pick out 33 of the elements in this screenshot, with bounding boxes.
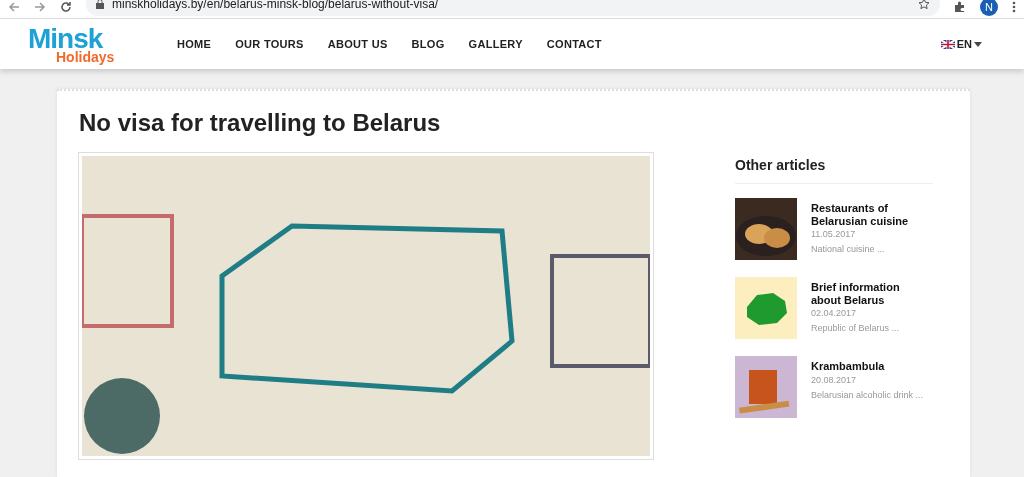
nav-link[interactable]: BLOG: [411, 38, 445, 50]
article-excerpt: National cuisine ...: [811, 244, 886, 255]
article-excerpt: Republic of Belarus ...: [811, 323, 901, 334]
article-date: 20.08.2017: [811, 374, 858, 385]
article-date: 02.04.2017: [811, 308, 858, 319]
article-link[interactable]: Krambambula: [811, 360, 921, 373]
article-title: No visa for travelling to Belarus: [79, 109, 441, 137]
forward-icon[interactable]: [34, 1, 46, 13]
flag-icon: [940, 39, 955, 49]
nav-link[interactable]: ABOUT US: [327, 38, 388, 50]
nav-link[interactable]: GALLERY: [468, 38, 523, 50]
nav-link[interactable]: CONTACT: [546, 38, 602, 50]
address-bar[interactable]: minskholidays.by/en/belarus-minsk-blog/belarus-without-visa/: [86, 0, 940, 16]
article-thumbnail[interactable]: [735, 198, 797, 260]
reload-icon[interactable]: [60, 1, 72, 13]
article-link[interactable]: Restaurants of Belarusian cuisine: [811, 202, 921, 228]
sidebar-heading: Other articles: [735, 157, 826, 173]
article-link[interactable]: Brief information about Belarus: [811, 281, 921, 307]
article-excerpt: Belarusian alcoholic drink ...: [811, 389, 924, 400]
menu-icon[interactable]: [1012, 1, 1016, 13]
puzzle-icon[interactable]: [954, 1, 966, 13]
article-thumbnail[interactable]: [735, 277, 797, 339]
article-thumbnail[interactable]: [735, 356, 797, 418]
article-date: 11.05.2017: [811, 229, 857, 240]
back-icon[interactable]: [8, 1, 20, 13]
url-text: minskholidays.by/en/belarus-minsk-blog/belarus-without-visa/: [112, 0, 439, 11]
lock-icon: [96, 0, 104, 9]
nav-link[interactable]: OUR TOURS: [235, 38, 304, 50]
language-selector[interactable]: EN: [940, 38, 982, 50]
nav-link[interactable]: HOME: [177, 38, 212, 50]
profile-avatar[interactable]: N: [980, 0, 998, 16]
caret-icon: [974, 41, 982, 47]
star-icon[interactable]: [918, 0, 930, 10]
